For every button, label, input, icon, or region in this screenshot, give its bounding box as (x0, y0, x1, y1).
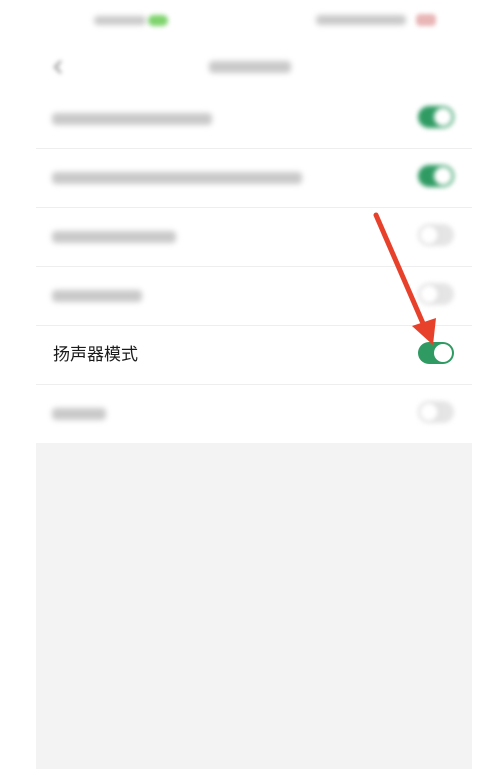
toggle-switch[interactable] (418, 283, 454, 305)
status-time-blurred (94, 16, 146, 25)
toggle-knob (420, 403, 438, 421)
speaker-mode-label: 扬声器模式 (53, 345, 138, 365)
settings-list: 扬声器模式 (36, 90, 472, 443)
toggle-switch[interactable] (418, 165, 454, 187)
settings-row (36, 149, 472, 208)
page-title-blurred (209, 61, 291, 73)
status-call-indicator (148, 15, 168, 26)
settings-row (36, 90, 472, 149)
toggle-knob (434, 344, 452, 362)
row-label-blurred (52, 113, 212, 125)
phone-screenshot: 扬声器模式 (0, 0, 488, 769)
toggle-switch[interactable] (418, 401, 454, 423)
toggle-knob (434, 167, 452, 185)
navigation-bar (36, 44, 472, 90)
toggle-switch[interactable] (418, 224, 454, 246)
row-label-blurred (52, 408, 106, 420)
settings-row (36, 267, 472, 326)
settings-row (36, 385, 472, 443)
toggle-knob (420, 226, 438, 244)
speaker-mode-toggle[interactable] (418, 342, 454, 364)
battery-icon (416, 14, 436, 26)
row-label-blurred (52, 231, 176, 243)
toggle-knob (420, 285, 438, 303)
status-bar (36, 0, 472, 44)
chevron-left-icon[interactable] (50, 58, 68, 76)
settings-row-speaker-mode: 扬声器模式 (36, 326, 472, 385)
toggle-knob (434, 108, 452, 126)
row-label-blurred (52, 290, 142, 302)
toggle-switch[interactable] (418, 106, 454, 128)
settings-screen: 扬声器模式 (36, 0, 472, 769)
settings-row (36, 208, 472, 267)
row-label-blurred (52, 172, 302, 184)
status-icons-blurred (316, 15, 406, 25)
